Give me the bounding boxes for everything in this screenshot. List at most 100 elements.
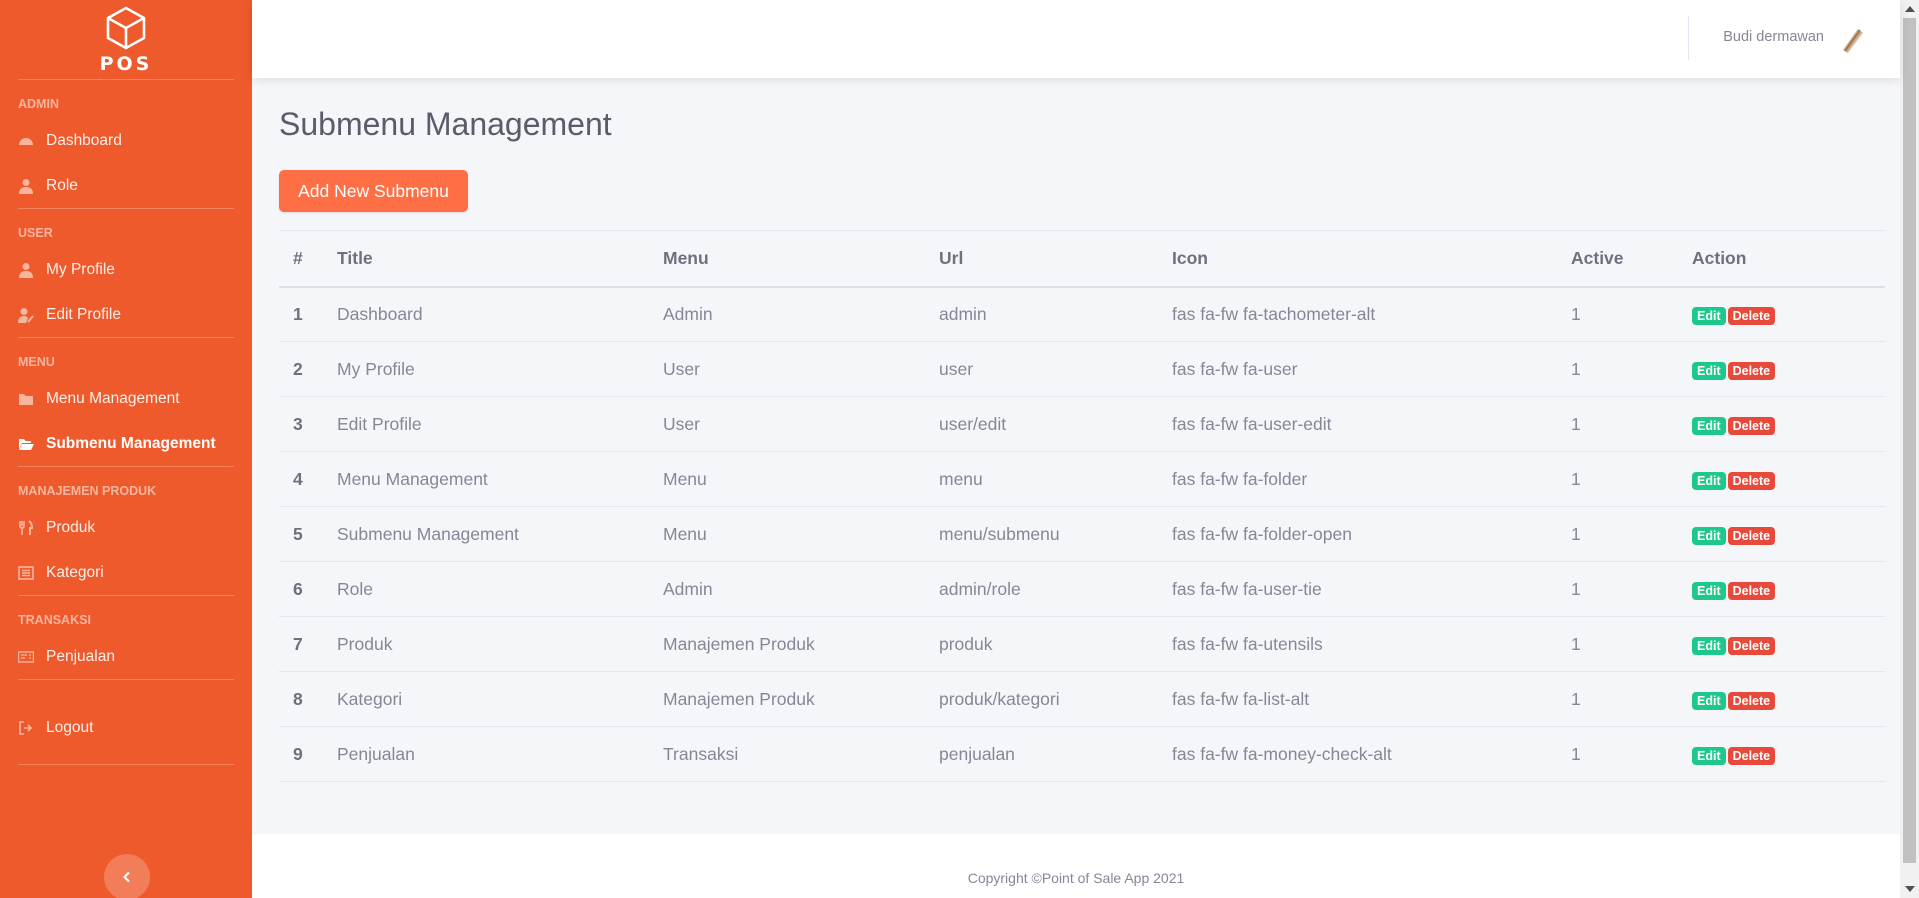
edit-button[interactable]: Edit (1692, 581, 1726, 600)
sidebar-item-menu-management[interactable]: Menu Management (0, 376, 252, 421)
row-number: 6 (279, 561, 337, 617)
row-number: 9 (279, 726, 337, 782)
edit-button[interactable]: Edit (1692, 416, 1726, 435)
sidebar-heading-admin: ADMIN (18, 97, 59, 111)
row-icon: fas fa-fw fa-folder (1172, 451, 1571, 507)
user-name[interactable]: Budi dermawan (1723, 29, 1824, 45)
submenu-table: # Title Menu Url Icon Active Action 1 Da… (279, 230, 1885, 782)
user-icon (18, 262, 34, 278)
topbar-divider (1688, 16, 1689, 60)
delete-button[interactable]: Delete (1727, 746, 1776, 765)
row-number: 8 (279, 671, 337, 727)
table-row: 7 Produk Manajemen Produk produk fas fa-… (279, 616, 1885, 672)
row-actions: Edit Delete (1692, 341, 1885, 397)
row-actions: Edit Delete (1692, 616, 1885, 672)
delete-button[interactable]: Delete (1727, 416, 1776, 435)
sidebar-item-produk[interactable]: Produk (0, 505, 252, 550)
sidebar-divider (18, 466, 234, 467)
sidebar-item-kategori[interactable]: Kategori (0, 550, 252, 595)
delete-button[interactable]: Delete (1727, 636, 1776, 655)
row-active: 1 (1571, 561, 1692, 617)
logout-link[interactable]: Logout (0, 705, 252, 750)
sidebar-item-penjualan[interactable]: Penjualan (0, 634, 252, 679)
folder-open-icon (18, 436, 34, 452)
row-url: produk (939, 616, 1172, 672)
row-url: admin (939, 286, 1172, 342)
sidebar-item-label: Edit Profile (46, 305, 121, 323)
delete-button[interactable]: Delete (1727, 691, 1776, 710)
add-new-submenu-button[interactable]: Add New Submenu (279, 170, 468, 212)
delete-button[interactable]: Delete (1727, 581, 1776, 600)
row-actions: Edit Delete (1692, 396, 1885, 452)
edit-button[interactable]: Edit (1692, 361, 1726, 380)
column-header: Url (939, 230, 1172, 288)
sidebar-item-label: Dashboard (46, 131, 122, 149)
logout-label: Logout (46, 718, 94, 736)
edit-button[interactable]: Edit (1692, 306, 1726, 325)
row-active: 1 (1571, 341, 1692, 397)
row-active: 1 (1571, 286, 1692, 342)
row-menu: User (663, 396, 939, 452)
row-active: 1 (1571, 396, 1692, 452)
row-active: 1 (1571, 671, 1692, 727)
row-icon: fas fa-fw fa-folder-open (1172, 506, 1571, 562)
footer: Copyright ©Point of Sale App 2021 (252, 834, 1900, 898)
edit-button[interactable]: Edit (1692, 746, 1726, 765)
table-body: 1 Dashboard Admin admin fas fa-fw fa-tac… (279, 286, 1885, 782)
row-menu: Menu (663, 451, 939, 507)
row-menu: Transaksi (663, 726, 939, 782)
avatar[interactable] (1836, 24, 1866, 54)
row-title: Menu Management (337, 451, 663, 507)
sidebar-item-role[interactable]: Role (0, 163, 252, 208)
page-title: Submenu Management (279, 106, 612, 142)
brand[interactable]: POS (0, 0, 252, 79)
sidebar-item-edit-profile[interactable]: Edit Profile (0, 292, 252, 337)
delete-button[interactable]: Delete (1727, 306, 1776, 325)
column-header: Action (1692, 230, 1885, 288)
row-title: Produk (337, 616, 663, 672)
edit-button[interactable]: Edit (1692, 691, 1726, 710)
row-number: 7 (279, 616, 337, 672)
scrollbar-thumb[interactable] (1903, 18, 1916, 863)
sidebar-toggle-button[interactable] (104, 854, 150, 898)
cube-icon (106, 6, 146, 49)
brand-name: POS (99, 52, 153, 75)
page-scrollbar[interactable] (1900, 0, 1919, 898)
row-title: Dashboard (337, 286, 663, 342)
user-edit-icon (18, 307, 34, 323)
row-menu: Manajemen Produk (663, 671, 939, 727)
sidebar-divider (18, 208, 234, 209)
folder-icon (18, 391, 34, 407)
scroll-up-icon[interactable] (1905, 6, 1915, 12)
scroll-down-icon[interactable] (1905, 886, 1915, 892)
row-actions: Edit Delete (1692, 671, 1885, 727)
row-number: 5 (279, 506, 337, 562)
row-title: Kategori (337, 671, 663, 727)
table-row: 2 My Profile User user fas fa-fw fa-user… (279, 341, 1885, 397)
column-header: # (279, 230, 337, 288)
row-actions: Edit Delete (1692, 286, 1885, 342)
sidebar-divider (18, 595, 234, 596)
sidebar-item-my-profile[interactable]: My Profile (0, 247, 252, 292)
row-url: user (939, 341, 1172, 397)
row-url: user/edit (939, 396, 1172, 452)
sidebar-heading-menu: MENU (18, 355, 55, 369)
delete-button[interactable]: Delete (1727, 361, 1776, 380)
edit-button[interactable]: Edit (1692, 526, 1726, 545)
sidebar-item-submenu-management[interactable]: Submenu Management (0, 421, 252, 466)
list-alt-icon (18, 565, 34, 581)
delete-button[interactable]: Delete (1727, 471, 1776, 490)
row-url: penjualan (939, 726, 1172, 782)
edit-button[interactable]: Edit (1692, 636, 1726, 655)
column-header: Active (1571, 230, 1692, 288)
copyright-text: Copyright ©Point of Sale App 2021 (967, 870, 1185, 886)
row-menu: Menu (663, 506, 939, 562)
table-row: 4 Menu Management Menu menu fas fa-fw fa… (279, 451, 1885, 507)
column-header: Menu (663, 230, 939, 288)
sidebar-divider (18, 764, 234, 765)
money-check-icon (18, 649, 34, 665)
delete-button[interactable]: Delete (1727, 526, 1776, 545)
sidebar-item-dashboard[interactable]: Dashboard (0, 118, 252, 163)
edit-button[interactable]: Edit (1692, 471, 1726, 490)
row-number: 4 (279, 451, 337, 507)
